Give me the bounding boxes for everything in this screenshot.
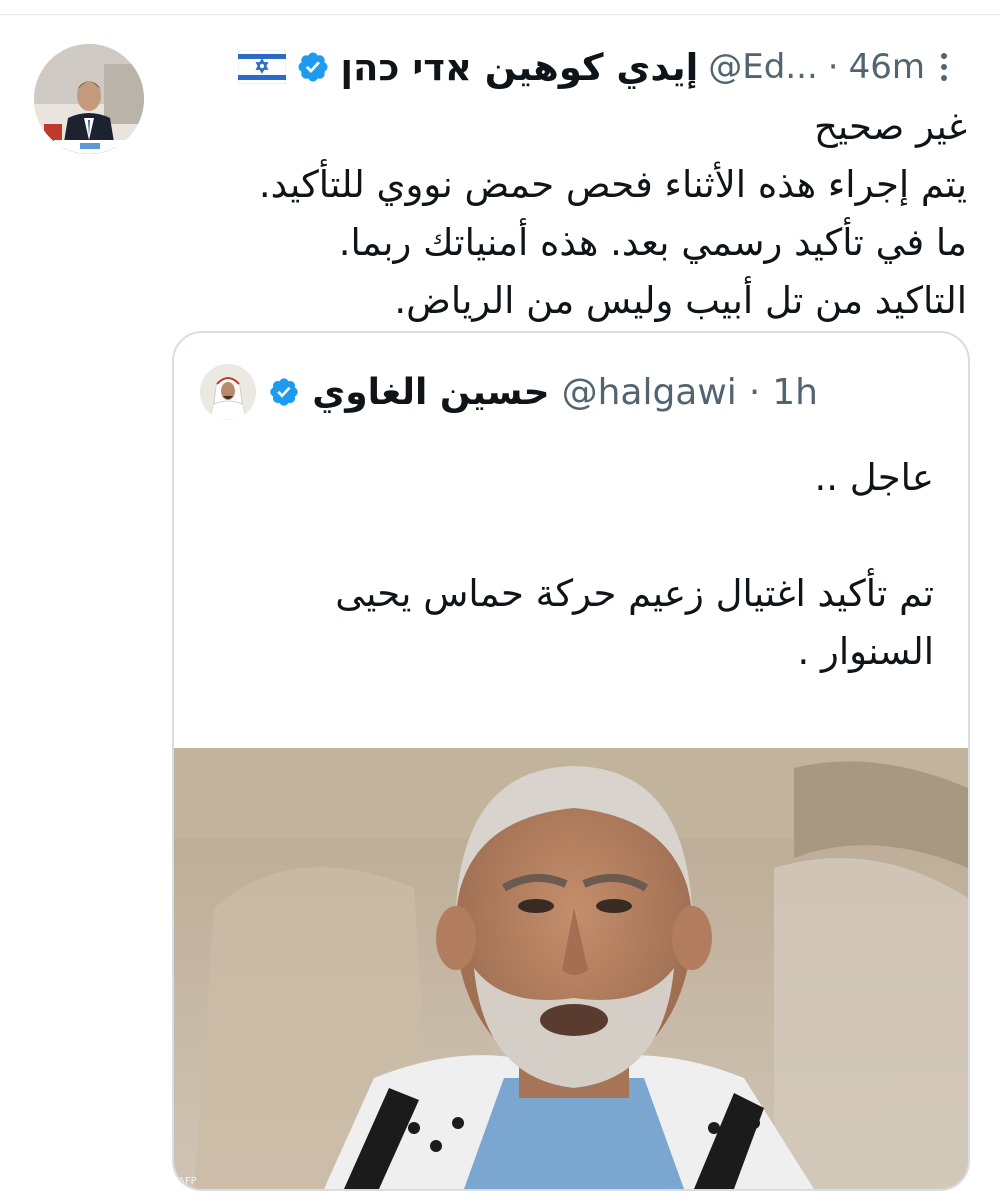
verified-badge-icon[interactable]: [268, 376, 300, 408]
quoted-author-name[interactable]: حسين الغاوي: [312, 372, 549, 413]
quoted-tweet-image[interactable]: AFP: [174, 748, 968, 1189]
tweet-timestamp[interactable]: 46m: [849, 47, 925, 87]
quoted-author-avatar[interactable]: [200, 364, 257, 420]
verified-badge-icon[interactable]: [296, 50, 330, 84]
quoted-tweet-text: عاجل .. تم تأكيد اغتيال زعيم حركة حماس ي…: [214, 441, 934, 681]
more-options-icon[interactable]: [935, 47, 953, 87]
image-credit: AFP: [178, 1176, 197, 1187]
author-handle[interactable]: @Ed...: [708, 47, 818, 87]
quoted-tweet-header: حسين الغاوي @halgawi · 1h: [200, 363, 818, 421]
quoted-tweet-card[interactable]: حسين الغاوي @halgawi · 1h عاجل .. تم تأك…: [172, 331, 970, 1191]
quoted-text-paragraph: تم تأكيد اغتيال زعيم حركة حماس يحيى السن…: [335, 572, 934, 673]
israel-flag-icon: [238, 50, 287, 84]
tweet-text-line: يتم إجراء هذه الأثناء فحص حمض نووي للتأك…: [258, 163, 967, 206]
header-separator: ·: [827, 47, 839, 87]
tweet-text-line: التاكيد من تل أبيب وليس من الرياض.: [394, 279, 967, 322]
tweet-header: إيدي كوهين אדי כהן @Ed... · 46m: [238, 44, 953, 90]
tweet-text-line: ما في تأكيد رسمي بعد. هذه أمنياتك ربما.: [338, 221, 967, 264]
quoted-text-paragraph: عاجل ..: [814, 456, 934, 499]
quoted-tweet-timestamp[interactable]: 1h: [772, 372, 818, 413]
tweet-text: غير صحيح يتم إجراء هذه الأثناء فحص حمض ن…: [207, 98, 967, 330]
author-avatar[interactable]: [34, 44, 144, 154]
author-name[interactable]: إيدي كوهين אדי כהן: [340, 46, 698, 89]
top-divider: [0, 14, 1001, 15]
quoted-author-handle[interactable]: @halgawi: [562, 372, 737, 413]
quoted-header-separator: ·: [748, 371, 761, 413]
tweet-text-line: غير صحيح: [813, 105, 967, 148]
